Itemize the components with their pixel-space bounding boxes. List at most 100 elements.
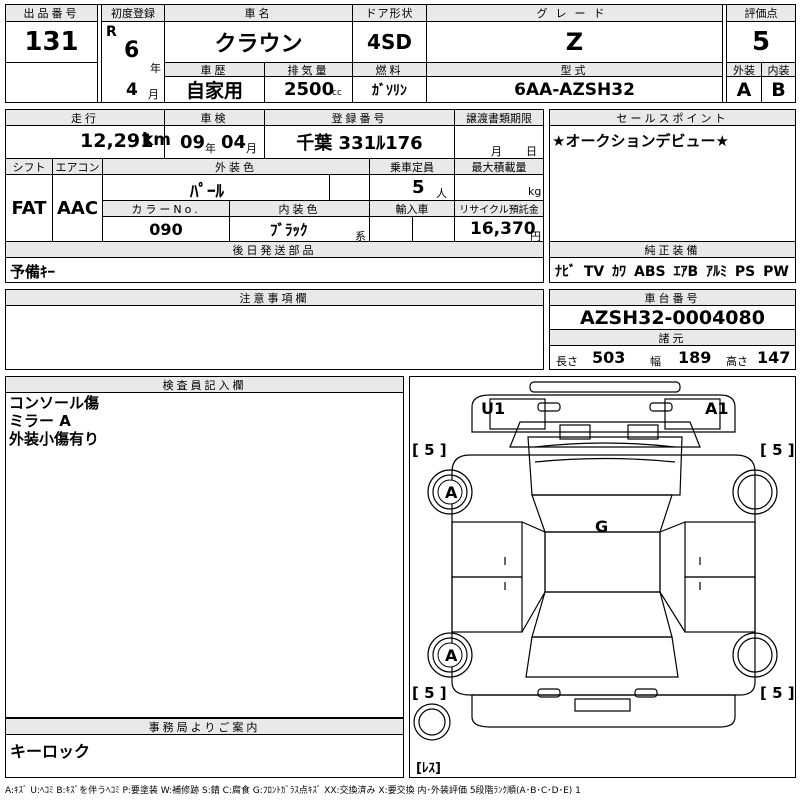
diag-a-front: A [445,483,458,502]
color-no: 090 [102,216,230,242]
diag-br: [ 5 ] [760,684,795,702]
inspector-label: 検査員記入欄 [5,376,404,393]
inspection-label: 車検 [164,109,265,126]
height: 147 [757,348,791,367]
int-color-label: 内装色 [229,200,370,217]
color-no-label: カラーNo. [102,200,230,217]
ext-grade: A [726,76,762,103]
capacity-unit: 人 [436,187,447,200]
displacement-label: 排気量 [264,62,353,77]
sales-point: ★オークションデビュー★ [552,132,729,150]
reg-month-unit: 月 [148,88,159,101]
ext-color: ﾊﾟｰﾙ [190,182,224,202]
door-label: ドア形状 [352,4,427,22]
insp-year-unit: 年 [205,142,216,155]
transfer-day: 日 [526,145,537,158]
diag-g: G [595,517,608,536]
reg-year: 6 [124,38,140,63]
ext-color-box2 [329,174,370,201]
insp-month-unit: 月 [246,142,257,155]
model-label: 型式 [426,62,723,77]
shift-label: シフト [5,158,53,175]
sales-label: セールスポイント [549,109,796,126]
displacement-unit: cc [332,88,342,98]
recycle-label: リサイクル預託金 [454,200,544,217]
first-reg-label: 初度登録 [101,4,165,22]
car-name-label: 車名 [164,4,353,22]
inspector-line: 外装小傷有り [9,430,100,448]
model: 6AA-AZSH32 [426,76,723,103]
capacity: 5 [412,177,425,198]
office-label: 事務局よりご案内 [5,718,404,735]
diag-bl: [ 5 ] [412,684,447,702]
legend: A:ｷｽﾞ U:ﾍｺﾐ B:ｷｽﾞを伴うﾍｺﾐ P:要塗装 W:補修跡 S:錆 … [5,786,581,796]
int-label: 内装 [761,62,796,77]
later-parts-label: 後日発送部品 [5,241,544,258]
int-grade: B [761,76,796,103]
height-label: 高さ [726,355,748,368]
import-box2 [412,216,455,242]
length-label: 長さ [556,355,578,368]
diag-a-rear: A [445,646,458,665]
diag-u1: U1 [481,399,505,418]
load-label: 最大積載量 [454,158,544,175]
length: 503 [592,348,626,367]
import-box1 [369,216,413,242]
history: 自家用 [164,76,265,103]
inspector-line: コンソール傷 [9,394,100,412]
era: R [106,24,117,40]
diag-tl: [ 5 ] [412,441,447,459]
lot-no: 131 [5,21,98,63]
chassis-number: AZSH32-0004080 [549,305,796,330]
chassis-label: 車台番号 [549,289,796,306]
mileage-label: 走行 [5,109,165,126]
insp-year: 09 [180,132,206,153]
later-parts-box [5,257,544,283]
door: 4SD [352,21,427,63]
inspector-notes: コンソール傷 ミラー A 外装小傷有り [9,394,99,448]
int-color: ﾌﾞﾗｯｸ [270,221,308,239]
reg-year-unit: 年 [150,62,161,75]
lot-no-blank [5,62,98,103]
transfer-label: 譲渡書類期限 [454,109,544,126]
score-label: 評価点 [726,4,796,22]
damage-diagram: U1 A1 G A A [ 5 ] [ 5 ] [ 5 ] [ 5 ] [ﾚｽ] [409,376,796,778]
equipment-label: 純正装備 [549,241,796,258]
plate-label: 登録番号 [264,109,455,126]
inspector-line: ミラー A [9,412,71,430]
ext-label: 外装 [726,62,762,77]
score: 5 [726,21,796,63]
capacity-label: 乗車定員 [369,158,455,175]
later-parts: 予備ｷｰ [10,263,56,281]
fuel-label: 燃料 [352,62,427,77]
history-label: 車歴 [164,62,265,77]
displacement: 2500 [284,79,335,100]
plate: 千葉 331ﾙ176 [264,125,455,159]
car-diagram-svg: U1 A1 G A A [ 5 ] [ 5 ] [ 5 ] [ 5 ] [ﾚｽ] [412,381,795,776]
width: 189 [678,348,712,367]
transfer-month: 月 [491,145,502,158]
equipment: ﾅﾋﾞ TV ｶﾜ ABS ｴｱB ｱﾙﾐ PS PW [555,264,789,280]
office-text: キーロック [10,742,91,761]
diag-a1: A1 [705,399,729,418]
import-label: 輸入車 [369,200,455,217]
ext-color-label: 外装色 [102,158,370,175]
spec-label: 諸元 [549,329,796,346]
width-label: 幅 [650,355,661,368]
shift: FAT [5,174,53,242]
lot-no-label: 出品番号 [5,4,98,22]
diag-tr: [ 5 ] [760,441,795,459]
grade-label: グレード [426,4,723,22]
diag-spare: [ﾚｽ] [416,761,441,776]
ac: AAC [52,174,103,242]
notes-box [5,305,544,370]
ac-label: エアコン [52,158,103,175]
fuel: ｶﾞｿﾘﾝ [352,76,427,103]
recycle: 16,370 [470,219,536,239]
insp-month: 04 [221,132,247,153]
load-unit: kg [528,185,542,198]
car-name: クラウン [164,21,353,63]
grade: Z [426,21,723,63]
notes-label: 注意事項欄 [5,289,544,306]
reg-month: 4 [126,80,138,100]
